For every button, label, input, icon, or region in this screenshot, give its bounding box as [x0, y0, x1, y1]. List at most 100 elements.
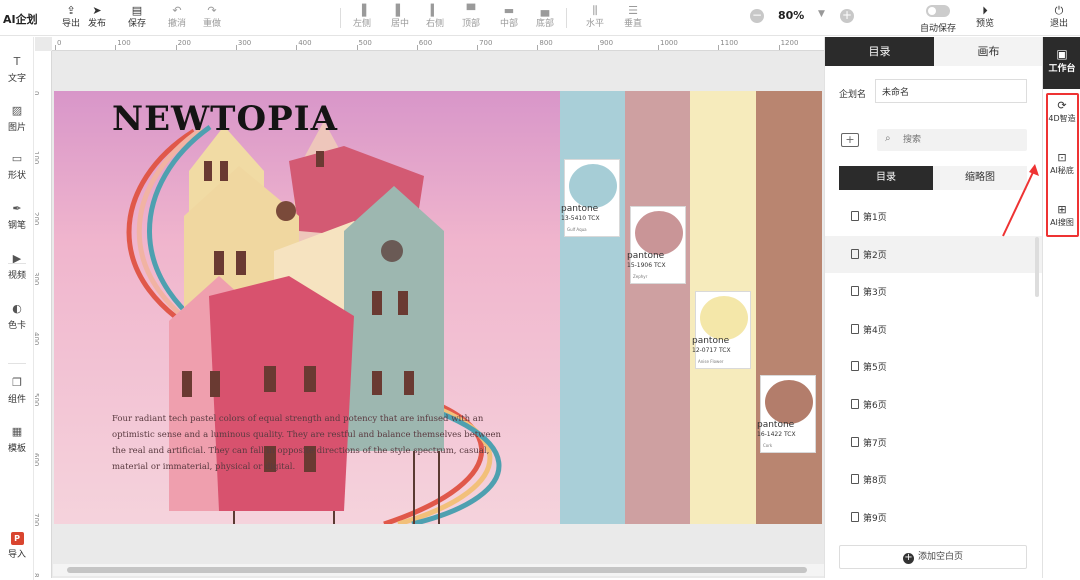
- align-right-button[interactable]: ▍ 右侧: [416, 3, 454, 30]
- align-middle-button[interactable]: ▬ 中部: [490, 3, 528, 30]
- annotation-arrow: [1002, 164, 1039, 237]
- align-bottom-button[interactable]: ▄ 底部: [526, 3, 564, 30]
- sidebar-item-template[interactable]: ▦ 模板: [0, 425, 34, 454]
- dock-tool-ai-image-search[interactable]: ⊞ AI搜图: [1043, 203, 1080, 228]
- top-ruler: 0 100 200 300 400 500 600 700 800 900 1000 1100 1200: [52, 37, 824, 51]
- align-left-button[interactable]: ▐ 左侧: [343, 3, 381, 30]
- toolbar-save-button[interactable]: ▤ 保存: [118, 3, 156, 30]
- dock-tool-4d[interactable]: ⟳ 4D智造: [1043, 99, 1080, 124]
- workspace-button[interactable]: ▣ 工作台: [1043, 37, 1080, 89]
- ruler-tick: [356, 45, 358, 50]
- search-box[interactable]: ⌕: [877, 129, 1027, 151]
- pantone-card[interactable]: pantone 13-5410 TCX Gulf Aqua: [561, 159, 620, 237]
- ruler-tick: [597, 45, 599, 50]
- scrollbar-thumb[interactable]: [67, 567, 807, 573]
- plan-name-input[interactable]: [875, 79, 1027, 103]
- pantone-card[interactable]: pantone 16-1422 TCX Cork: [757, 375, 816, 453]
- toolbar-label: 保存: [127, 19, 146, 29]
- ruler-tick: [296, 45, 298, 50]
- sidebar-item-label: 视频: [7, 271, 26, 281]
- zoom-out-button[interactable]: −: [750, 9, 764, 23]
- power-icon: ⏻: [1054, 4, 1064, 17]
- tab-canvas[interactable]: 画布: [934, 37, 1043, 66]
- sidebar-item-component[interactable]: ❐ 组件: [0, 376, 34, 405]
- pantone-color-name: Anise Flower: [698, 359, 724, 364]
- page-list-item[interactable]: 第7页: [825, 424, 1043, 461]
- sidebar-item-video[interactable]: ▶ 视频: [0, 252, 34, 281]
- dock-tool-ai-base[interactable]: ⊡ AI秘底: [1043, 151, 1080, 176]
- toolbar-label: 垂直: [623, 19, 642, 29]
- color-band[interactable]: [756, 91, 822, 524]
- distribute-vertical-icon: ☰: [628, 4, 638, 17]
- page-label: 第1页: [863, 213, 887, 223]
- color-band[interactable]: [560, 91, 625, 524]
- color-band[interactable]: [625, 91, 690, 524]
- horizontal-scrollbar[interactable]: [53, 564, 824, 576]
- new-folder-icon[interactable]: +: [841, 133, 859, 147]
- align-top-button[interactable]: ▀ 顶部: [452, 3, 490, 30]
- sidebar-item-ppt-import[interactable]: P 导入: [0, 531, 34, 560]
- sidebar-item-label: 文字: [7, 74, 26, 84]
- ruler-tick-label: 700: [35, 513, 40, 527]
- pantone-card[interactable]: pantone 12-0717 TCX Anise Flower: [692, 291, 751, 369]
- preview-button[interactable]: ⏵ 预览: [966, 3, 1004, 30]
- ruler-tick: [477, 45, 479, 50]
- ruler-tick: [658, 45, 659, 50]
- page-icon: [851, 511, 859, 522]
- pantone-card[interactable]: pantone 15-1906 TCX Zephyr: [627, 206, 686, 284]
- toolbar-label: 重做: [202, 19, 221, 29]
- monitor-icon: ▣: [1056, 47, 1068, 61]
- ruler-tick-label: 100: [35, 151, 40, 165]
- toolbar-redo-button[interactable]: ↷ 重做: [193, 3, 231, 30]
- redo-icon: ↷: [207, 4, 217, 17]
- page-list-item[interactable]: 第8页: [825, 461, 1043, 498]
- page-list-item[interactable]: 第4页: [825, 311, 1043, 348]
- sidebar-item-pen[interactable]: ✒ 钢笔: [0, 202, 34, 231]
- text-icon: T: [13, 55, 21, 68]
- align-center-icon: ▌: [395, 4, 405, 17]
- app-brand: AI企划: [3, 13, 38, 26]
- sidebar-item-label: 组件: [7, 395, 26, 405]
- sidebar-item-palette[interactable]: ◐ 色卡: [0, 302, 34, 331]
- sidebar-divider: [8, 363, 26, 364]
- sidebar-item-text[interactable]: T 文字: [0, 55, 34, 84]
- page-list-item[interactable]: 第3页: [825, 273, 1043, 310]
- page-icon: [851, 399, 859, 409]
- canvas-title[interactable]: NEWTOPIA: [112, 99, 338, 139]
- ruler-tick-label: 600: [418, 39, 433, 47]
- ruler-tick-label: 400: [35, 332, 40, 346]
- subtab-directory[interactable]: 目录: [839, 166, 933, 190]
- tab-directory[interactable]: 目录: [825, 37, 934, 66]
- page-list-item[interactable]: 第5页: [825, 348, 1043, 385]
- search-input[interactable]: [903, 132, 1021, 148]
- add-blank-page-button[interactable]: + 添加空白页: [839, 545, 1027, 569]
- autosave-label: 自动保存: [920, 24, 957, 34]
- page-label: 第5页: [863, 363, 887, 374]
- ruler-tick-label: 500: [35, 392, 40, 406]
- page-list-item[interactable]: 第6页: [825, 386, 1043, 423]
- top-toolbar: AI企划 ⇪ 导出 ➤ 发布 ▤ 保存 ↶ 撤消 ↷ 重做 ▐ 左侧 ▌ 居中 ▍ 右侧 ▀ 顶部 ▬ 中部 ▄ 底部 ⫼…: [0, 0, 1080, 36]
- page-list-item[interactable]: 第2页: [825, 235, 1043, 273]
- distribute-horizontal-button[interactable]: ⫼ 水平: [576, 3, 614, 30]
- autosave-toggle[interactable]: [926, 5, 950, 17]
- toolbar-undo-button[interactable]: ↶ 撤消: [158, 3, 196, 30]
- pantone-code: 12-0717 TCX: [692, 347, 731, 354]
- toolbar-send-button[interactable]: ➤ 发布: [78, 3, 116, 30]
- toolbar-label: 中部: [499, 19, 518, 29]
- sidebar-item-shape[interactable]: ▭ 形状: [0, 152, 34, 181]
- zoom-dropdown-icon[interactable]: ▼: [818, 9, 825, 19]
- distribute-vertical-button[interactable]: ☰ 垂直: [614, 3, 652, 30]
- 4d-icon: ⟳: [1057, 99, 1067, 112]
- align-center-button[interactable]: ▌ 居中: [381, 3, 419, 30]
- page-canvas[interactable]: NEWTOPIA Four radiant tech pastel colors…: [54, 91, 822, 524]
- pantone-color-name: Zephyr: [633, 274, 648, 279]
- ruler-tick-label: 300: [35, 271, 40, 286]
- sidebar-item-image[interactable]: ▨ 图片: [0, 104, 34, 133]
- zoom-value[interactable]: 80%: [778, 9, 804, 22]
- canvas-body-text[interactable]: Four radiant tech pastel colors of equal…: [112, 411, 504, 475]
- page-list-item[interactable]: 第9页: [825, 499, 1043, 536]
- zoom-in-button[interactable]: +: [840, 9, 854, 23]
- exit-button[interactable]: ⏻ 退出: [1040, 3, 1078, 30]
- page-list-scrollbar[interactable]: [1035, 237, 1039, 297]
- search-icon: ⌕: [885, 133, 891, 144]
